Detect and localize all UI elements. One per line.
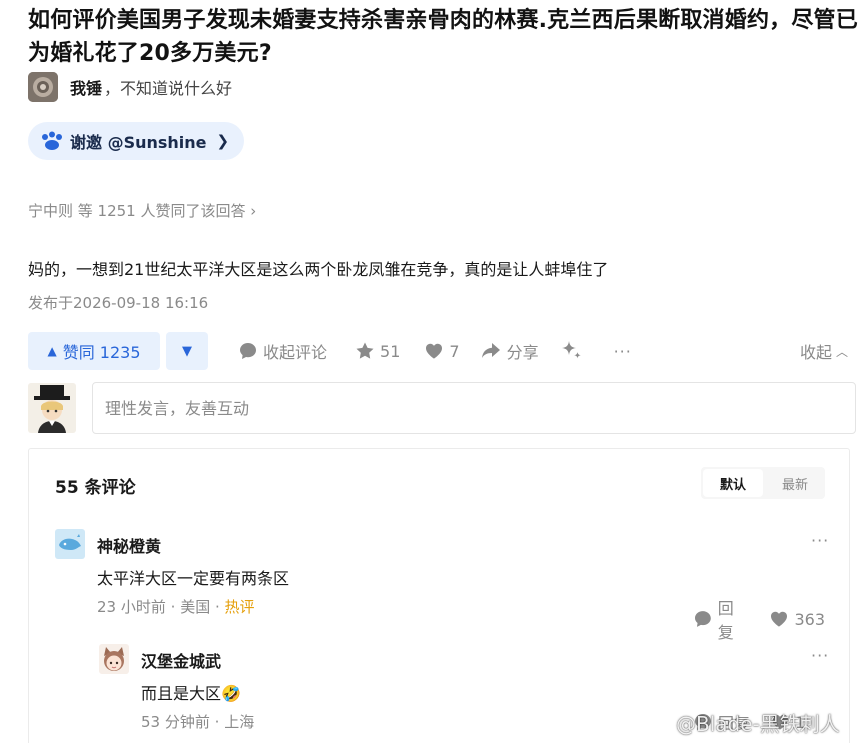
question-title[interactable]: 如何评价美国男子发现未婚妻支持杀害亲骨肉的林赛.克兰西后果断取消婚约，尽管已为婚…: [28, 4, 858, 70]
weibo-logo-icon: [641, 711, 668, 733]
sparkle-icon: [561, 341, 581, 359]
paw-icon: [40, 131, 64, 151]
author-avatar-image: [28, 72, 58, 102]
author-avatar[interactable]: [28, 72, 58, 102]
answer-page: 如何评价美国男子发现未婚妻支持杀害亲骨肉的林赛.克兰西后果断取消婚约，尽管已为婚…: [0, 0, 859, 743]
comment-item: 神秘橙黄 太平洋大区一定要有两条区 23 小时前 · 美国 · 热评 ··· 回…: [55, 529, 828, 642]
triangle-up-icon: ▲: [47, 344, 57, 358]
comment-like-count: 363: [794, 609, 825, 629]
commenter-avatar[interactable]: [99, 644, 129, 674]
collapse-answer-button[interactable]: 收起 ︿: [800, 339, 848, 363]
triangle-down-icon: ▼: [182, 343, 192, 359]
favorite-button[interactable]: 51: [355, 341, 400, 361]
sort-latest-tab[interactable]: 最新: [765, 467, 825, 499]
downvote-button[interactable]: ▼: [166, 332, 208, 370]
reply-button[interactable]: 回复: [693, 595, 749, 643]
upvote-label: 赞同 1235: [62, 343, 141, 362]
watermark-text: @Blade-黑铁刺人: [676, 711, 840, 736]
anime-girl-avatar-image: [99, 644, 129, 674]
reply-label: 回复: [717, 599, 734, 642]
comment-bubble-icon: [240, 343, 256, 359]
comment-sort-toggle: 默认 最新: [701, 467, 825, 499]
comment-actions: 回复 363: [693, 595, 825, 643]
invite-label: 谢邀 @Sunshine: [70, 133, 207, 152]
commenter-name[interactable]: 汉堡金城武: [141, 648, 221, 672]
whale-avatar-image: [55, 529, 85, 559]
collapse-label: 收起: [799, 343, 832, 362]
like-button[interactable]: 7: [424, 341, 460, 361]
comment-location: 上海: [224, 713, 255, 731]
upvoters-summary[interactable]: 宁中则 等 1251 人赞同了该回答 ›: [28, 200, 256, 221]
share-button[interactable]: 分享: [480, 339, 539, 363]
meta-separator: ·: [214, 713, 225, 731]
comment-like-button[interactable]: 363: [769, 609, 825, 629]
commenter-name[interactable]: 神秘橙黄: [97, 533, 161, 557]
favorite-count: 51: [380, 341, 401, 361]
meta-separator: ·: [170, 598, 181, 616]
action-bar: ▲ 赞同 1235 ▼ 收起评论 51 7 分享 ··· 收起 ︿: [28, 331, 850, 371]
share-label: 分享: [506, 343, 539, 362]
comment-input[interactable]: [92, 382, 856, 434]
comments-count: 55 条评论: [55, 478, 136, 498]
commenter-avatar[interactable]: [55, 529, 85, 559]
comment-composer: [28, 381, 856, 435]
upvote-button[interactable]: ▲ 赞同 1235: [28, 332, 160, 370]
like-count: 7: [449, 341, 460, 361]
author-bio: ，不知道说什么好: [104, 79, 233, 98]
collapse-comments-label: 收起评论: [263, 343, 328, 362]
star-icon: [356, 342, 374, 359]
heart-icon: [771, 611, 788, 627]
publish-time: 发布于2026-09-18 16:16: [28, 294, 209, 312]
comment-time: 53 分钟前: [141, 713, 210, 731]
heart-icon: [426, 343, 443, 359]
hot-comment-badge: 热评: [224, 598, 255, 616]
weibo-watermark: @Blade-黑铁刺人: [640, 707, 840, 737]
comments-panel: 55 条评论 默认 最新 神秘橙黄 太平洋大区一定要有两条区 23 小时前 · …: [28, 448, 850, 743]
chevron-right-icon: ❯: [216, 132, 230, 150]
comment-text: 太平洋大区一定要有两条区: [97, 569, 290, 588]
comment-more-button[interactable]: ···: [811, 646, 829, 665]
author-name[interactable]: 我锤: [70, 75, 102, 99]
collapse-comments-button[interactable]: 收起评论: [238, 339, 327, 363]
meta-separator: ·: [214, 598, 225, 616]
current-user-avatar[interactable]: [28, 383, 76, 433]
more-dots-icon: ···: [613, 341, 632, 361]
comment-location: 美国: [180, 598, 211, 616]
answer-content: 妈的，一想到21世纪太平洋大区是这么两个卧龙凤雏在竞争，真的是让人蚌埠住了: [28, 260, 609, 279]
chevron-up-icon: ︿: [835, 344, 848, 359]
invite-pill[interactable]: 谢邀 @Sunshine ❯: [28, 122, 244, 160]
user-avatar-image: [28, 383, 76, 433]
comment-meta: 23 小时前 · 美国 · 热评: [97, 596, 255, 617]
comment-more-button[interactable]: ···: [811, 531, 829, 550]
comment-bubble-icon: [694, 611, 711, 627]
comment-time: 23 小时前: [97, 598, 166, 616]
more-actions-button[interactable]: ···: [614, 342, 632, 361]
share-arrow-icon: [481, 343, 500, 358]
ai-sparkle-button[interactable]: [559, 339, 588, 363]
sort-default-tab[interactable]: 默认: [703, 469, 763, 497]
comment-text: 而且是大区🤣: [141, 684, 241, 703]
comment-meta: 53 分钟前 · 上海: [141, 711, 254, 732]
author-row: 我锤 ，不知道说什么好: [28, 72, 232, 102]
